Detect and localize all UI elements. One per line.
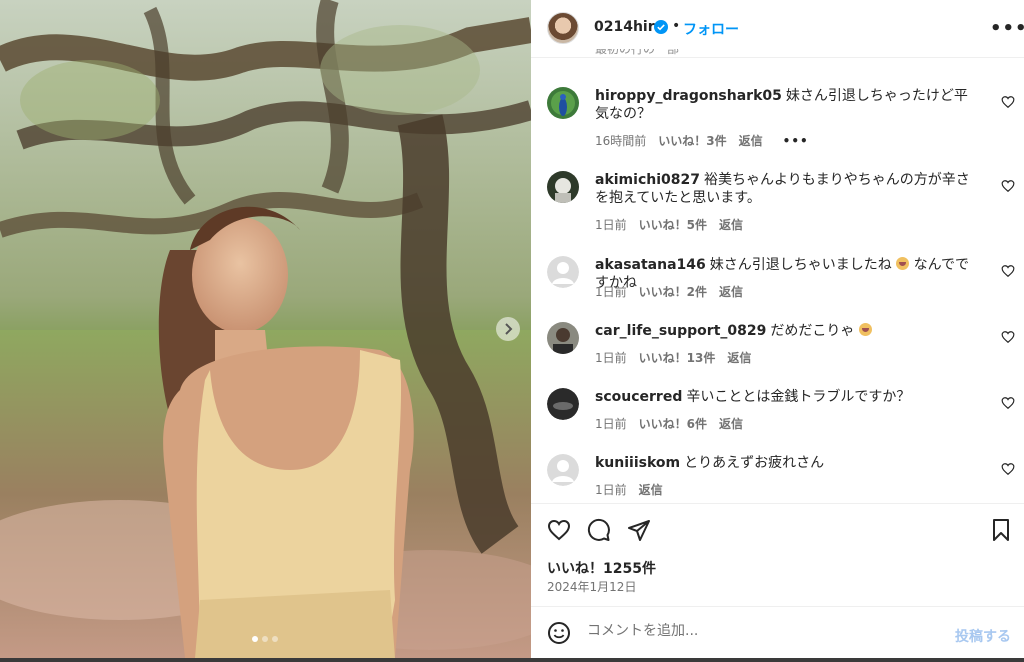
commenter-avatar[interactable] — [547, 171, 579, 203]
comment-like-heart-icon[interactable] — [1001, 95, 1015, 109]
comment-reply-button[interactable]: 返信 — [739, 132, 763, 149]
comment-body: 妹さん引退しちゃいましたね — [709, 257, 892, 273]
post-comment-button[interactable]: 投稿する — [955, 626, 1011, 646]
crying-emoji-icon — [858, 323, 872, 336]
comment-reply-button[interactable]: 返信 — [719, 415, 743, 432]
commenter-avatar[interactable] — [547, 388, 579, 420]
carousel-indicator — [252, 636, 278, 642]
comment-meta: 1日前 いいね！2件 返信 — [595, 283, 743, 300]
bookmark-icon[interactable] — [989, 518, 1013, 542]
post-side-panel: 0214hiro • フォロー ••• 最初の行の一部 hiroppy_drag… — [531, 0, 1024, 658]
comment-time[interactable]: 16時間前 — [595, 132, 646, 149]
comment-like-heart-icon[interactable] — [1001, 330, 1015, 344]
comment-like-count[interactable]: いいね！2件 — [639, 283, 707, 300]
carousel-next-button[interactable] — [496, 317, 520, 341]
comment-text: hiroppy_dragonshark05 妹さん引退しちゃったけど平気なの？ — [595, 87, 975, 123]
peacock-avatar-image — [547, 87, 579, 119]
clipped-comment-text: 最初の行の一部 — [595, 49, 680, 56]
comment-time[interactable]: 1日前 — [595, 349, 627, 366]
verified-badge-icon — [654, 20, 668, 34]
comment-like-heart-icon[interactable] — [1001, 462, 1015, 476]
person-avatar-image — [547, 322, 579, 354]
default-avatar-icon — [547, 454, 579, 486]
comment-username[interactable]: kuniiiskom — [595, 455, 680, 471]
comment-username[interactable]: akimichi0827 — [595, 172, 700, 188]
chevron-right-icon — [505, 323, 513, 335]
carousel-dot — [252, 636, 258, 642]
comment-reply-button[interactable]: 返信 — [727, 349, 751, 366]
follow-button[interactable]: フォロー — [683, 19, 739, 39]
commenter-avatar[interactable] — [547, 256, 579, 288]
comment-time[interactable]: 1日前 — [595, 283, 627, 300]
comment-like-count[interactable]: いいね！3件 — [658, 132, 726, 149]
comment-meta: 1日前 いいね！6件 返信 — [595, 415, 743, 432]
comment-text: scoucerred 辛いこととは金銭トラブルですか？ — [595, 388, 975, 406]
comment-like-heart-icon[interactable] — [1001, 179, 1015, 193]
comment-username[interactable]: akasatana146 — [595, 257, 706, 273]
dark-avatar-image — [547, 388, 579, 420]
post-action-bar — [531, 503, 1024, 555]
comment-time[interactable]: 1日前 — [595, 415, 627, 432]
comment-text: kuniiiskom とりあえずお疲れさん — [595, 454, 975, 472]
comment-like-count[interactable]: いいね！13件 — [639, 349, 716, 366]
like-heart-icon[interactable] — [547, 518, 571, 542]
comment-like-count[interactable]: いいね！5件 — [639, 216, 707, 233]
comment-composer: 投稿する — [531, 606, 1024, 658]
carousel-dot — [262, 636, 268, 642]
photo-avatar-image — [547, 171, 579, 203]
crying-emoji-icon — [896, 257, 910, 270]
comment-username[interactable]: scoucerred — [595, 389, 682, 405]
comment-reply-button[interactable]: 返信 — [719, 283, 743, 300]
post-photo — [0, 0, 531, 658]
comment-reply-button[interactable]: 返信 — [719, 216, 743, 233]
comment-more-button[interactable]: ••• — [783, 134, 809, 148]
comment-time[interactable]: 1日前 — [595, 216, 627, 233]
comment-bubble-icon[interactable] — [587, 518, 611, 542]
post-image — [0, 0, 531, 658]
comment-meta: 16時間前 いいね！3件 返信 ••• — [595, 132, 809, 149]
comment-input[interactable] — [587, 623, 937, 639]
comment-reply-button[interactable]: 返信 — [639, 481, 663, 498]
header-separator: • — [672, 18, 681, 34]
commenter-avatar[interactable] — [547, 87, 579, 119]
share-send-icon[interactable] — [627, 518, 651, 542]
post-date[interactable]: 2024年1月12日 — [547, 578, 636, 595]
comment-body: だめだこりゃ — [770, 323, 855, 339]
carousel-dot — [272, 636, 278, 642]
comment-like-count[interactable]: いいね！6件 — [639, 415, 707, 432]
comment-username[interactable]: hiroppy_dragonshark05 — [595, 88, 782, 104]
comment-text: akimichi0827 裕美ちゃんよりもまりやちゃんの方が辛さを抱えていたと思い… — [595, 171, 975, 207]
comment-body: 辛いこととは金銭トラブルですか？ — [686, 389, 911, 405]
comment-meta: 1日前 いいね！13件 返信 — [595, 349, 751, 366]
emoji-picker-icon[interactable] — [547, 621, 571, 645]
like-count[interactable]: いいね！1255件 — [547, 558, 656, 578]
page-bottom-edge — [0, 658, 1024, 662]
comment-text: car_life_support_0829 だめだこりゃ — [595, 322, 975, 340]
comment-meta: 1日前 いいね！5件 返信 — [595, 216, 743, 233]
comment-like-heart-icon[interactable] — [1001, 396, 1015, 410]
default-avatar-icon — [547, 256, 579, 288]
commenter-avatar[interactable] — [547, 454, 579, 486]
commenter-avatar[interactable] — [547, 322, 579, 354]
owner-avatar[interactable] — [547, 12, 579, 44]
comment-time[interactable]: 1日前 — [595, 481, 627, 498]
comment-like-heart-icon[interactable] — [1001, 264, 1015, 278]
comment-body: とりあえずお疲れさん — [684, 455, 825, 471]
comment-username[interactable]: car_life_support_0829 — [595, 323, 766, 339]
more-options-button[interactable]: ••• — [990, 18, 1024, 39]
comment-meta: 1日前 返信 — [595, 481, 663, 498]
